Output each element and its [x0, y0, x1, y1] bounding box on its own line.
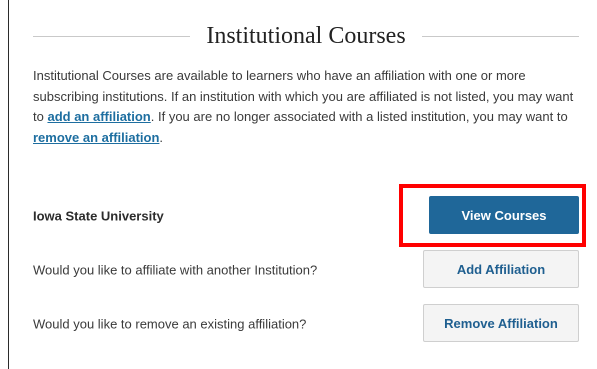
institution-name: Iowa State University	[33, 208, 164, 224]
title-rule-left	[33, 35, 191, 37]
institutional-courses-panel: Institutional Courses Institutional Cour…	[8, 0, 597, 369]
intro-text-3: .	[159, 129, 164, 145]
add-affiliation-link[interactable]: add an affiliation	[47, 109, 150, 124]
section-header: Institutional Courses	[33, 20, 580, 52]
add-affiliation-row: Would you like to affiliate with another…	[33, 250, 579, 290]
add-affiliation-prompt: Would you like to affiliate with another…	[33, 262, 318, 278]
title-rule-right	[421, 35, 580, 37]
remove-affiliation-prompt: Would you like to remove an existing aff…	[33, 316, 307, 332]
section-title: Institutional Courses	[206, 22, 406, 49]
remove-affiliation-row: Would you like to remove an existing aff…	[33, 304, 579, 344]
institution-row: Iowa State University View Courses	[33, 196, 579, 236]
add-affiliation-button[interactable]: Add Affiliation	[423, 250, 579, 288]
remove-affiliation-button[interactable]: Remove Affiliation	[423, 304, 579, 342]
remove-affiliation-link[interactable]: remove an affiliation	[33, 130, 159, 145]
intro-paragraph: Institutional Courses are available to l…	[33, 66, 581, 148]
intro-text-2: . If you are no longer associated with a…	[150, 109, 568, 124]
view-courses-button[interactable]: View Courses	[429, 196, 579, 234]
